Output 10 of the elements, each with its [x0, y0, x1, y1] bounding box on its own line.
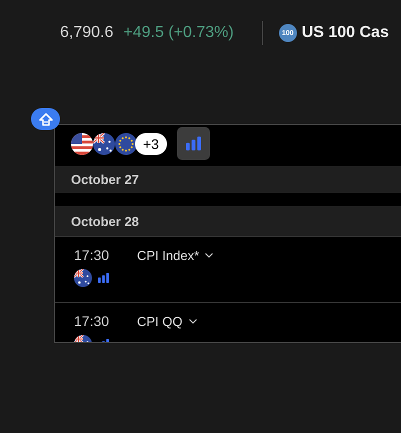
price-value: 6,790.6 — [60, 24, 114, 42]
event-name[interactable]: CPI QQ — [137, 314, 197, 328]
date-header: October 28 — [55, 206, 401, 236]
date-header: October 27 — [55, 166, 401, 193]
instrument-name[interactable]: US 100 Cas — [302, 24, 389, 42]
event-time: 17:30 — [74, 247, 110, 263]
event-time: 17:30 — [74, 313, 110, 329]
price-change: +49.5 (+0.73%) — [123, 24, 234, 42]
more-countries-button[interactable]: +3 — [135, 132, 167, 154]
event-name[interactable]: CPI Index* — [137, 248, 214, 262]
